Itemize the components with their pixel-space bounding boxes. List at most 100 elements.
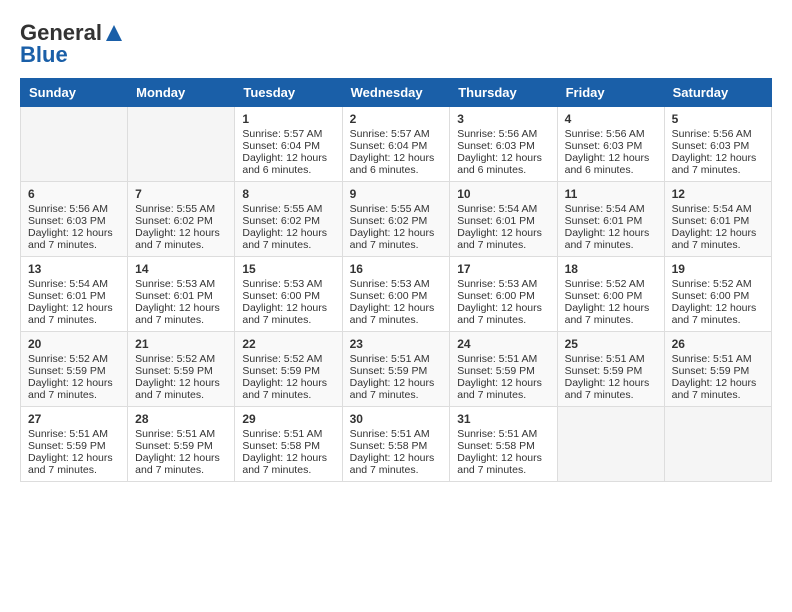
calendar-cell: [664, 407, 771, 482]
weekday-header: Friday: [557, 79, 664, 107]
daylight-text: Daylight: 12 hours and 7 minutes.: [672, 152, 764, 176]
calendar-cell: 25Sunrise: 5:51 AMSunset: 5:59 PMDayligh…: [557, 332, 664, 407]
sunset-text: Sunset: 6:03 PM: [565, 140, 657, 152]
calendar-table: SundayMondayTuesdayWednesdayThursdayFrid…: [20, 78, 772, 482]
calendar-cell: 29Sunrise: 5:51 AMSunset: 5:58 PMDayligh…: [235, 407, 342, 482]
day-number: 21: [135, 337, 227, 351]
sunset-text: Sunset: 6:01 PM: [135, 290, 227, 302]
day-number: 24: [457, 337, 549, 351]
day-number: 14: [135, 262, 227, 276]
calendar-week-row: 27Sunrise: 5:51 AMSunset: 5:59 PMDayligh…: [21, 407, 772, 482]
weekday-header: Thursday: [450, 79, 557, 107]
calendar-cell: [21, 107, 128, 182]
calendar-cell: 22Sunrise: 5:52 AMSunset: 5:59 PMDayligh…: [235, 332, 342, 407]
daylight-text: Daylight: 12 hours and 7 minutes.: [242, 227, 334, 251]
day-number: 18: [565, 262, 657, 276]
sunrise-text: Sunrise: 5:53 AM: [242, 278, 334, 290]
daylight-text: Daylight: 12 hours and 7 minutes.: [457, 452, 549, 476]
day-number: 23: [350, 337, 443, 351]
day-number: 26: [672, 337, 764, 351]
weekday-header: Saturday: [664, 79, 771, 107]
daylight-text: Daylight: 12 hours and 7 minutes.: [135, 227, 227, 251]
day-number: 29: [242, 412, 334, 426]
calendar-header-row: SundayMondayTuesdayWednesdayThursdayFrid…: [21, 79, 772, 107]
sunset-text: Sunset: 6:00 PM: [350, 290, 443, 302]
sunrise-text: Sunrise: 5:56 AM: [672, 128, 764, 140]
daylight-text: Daylight: 12 hours and 7 minutes.: [350, 302, 443, 326]
sunrise-text: Sunrise: 5:54 AM: [565, 203, 657, 215]
calendar-cell: 7Sunrise: 5:55 AMSunset: 6:02 PMDaylight…: [128, 182, 235, 257]
daylight-text: Daylight: 12 hours and 7 minutes.: [350, 452, 443, 476]
sunrise-text: Sunrise: 5:55 AM: [350, 203, 443, 215]
sunset-text: Sunset: 6:01 PM: [565, 215, 657, 227]
sunset-text: Sunset: 6:02 PM: [242, 215, 334, 227]
calendar-cell: 20Sunrise: 5:52 AMSunset: 5:59 PMDayligh…: [21, 332, 128, 407]
sunset-text: Sunset: 5:58 PM: [242, 440, 334, 452]
day-number: 17: [457, 262, 549, 276]
calendar-week-row: 1Sunrise: 5:57 AMSunset: 6:04 PMDaylight…: [21, 107, 772, 182]
calendar-cell: 6Sunrise: 5:56 AMSunset: 6:03 PMDaylight…: [21, 182, 128, 257]
sunset-text: Sunset: 6:04 PM: [242, 140, 334, 152]
daylight-text: Daylight: 12 hours and 6 minutes.: [565, 152, 657, 176]
day-number: 31: [457, 412, 549, 426]
sunset-text: Sunset: 5:59 PM: [135, 365, 227, 377]
calendar-cell: [557, 407, 664, 482]
sunset-text: Sunset: 6:00 PM: [242, 290, 334, 302]
logo-icon: [104, 23, 124, 43]
day-number: 11: [565, 187, 657, 201]
page-header: General Blue: [20, 20, 772, 68]
day-number: 19: [672, 262, 764, 276]
day-number: 1: [242, 112, 334, 126]
sunrise-text: Sunrise: 5:56 AM: [457, 128, 549, 140]
sunrise-text: Sunrise: 5:55 AM: [135, 203, 227, 215]
sunset-text: Sunset: 6:02 PM: [350, 215, 443, 227]
logo: General Blue: [20, 20, 124, 68]
calendar-cell: 18Sunrise: 5:52 AMSunset: 6:00 PMDayligh…: [557, 257, 664, 332]
day-number: 3: [457, 112, 549, 126]
calendar-cell: 24Sunrise: 5:51 AMSunset: 5:59 PMDayligh…: [450, 332, 557, 407]
sunrise-text: Sunrise: 5:56 AM: [28, 203, 120, 215]
daylight-text: Daylight: 12 hours and 7 minutes.: [242, 377, 334, 401]
calendar-week-row: 6Sunrise: 5:56 AMSunset: 6:03 PMDaylight…: [21, 182, 772, 257]
sunrise-text: Sunrise: 5:53 AM: [350, 278, 443, 290]
day-number: 4: [565, 112, 657, 126]
sunset-text: Sunset: 5:59 PM: [28, 365, 120, 377]
calendar-cell: 3 Sunrise: 5:56 AMSunset: 6:03 PMDaylight…: [450, 107, 557, 182]
day-number: 8: [242, 187, 334, 201]
calendar-cell: 12Sunrise: 5:54 AMSunset: 6:01 PMDayligh…: [664, 182, 771, 257]
sunrise-text: Sunrise: 5:51 AM: [242, 428, 334, 440]
day-number: 7: [135, 187, 227, 201]
sunrise-text: Sunrise: 5:51 AM: [350, 353, 443, 365]
daylight-text: Daylight: 12 hours and 6 minutes.: [457, 152, 549, 176]
sunrise-text: Sunrise: 5:52 AM: [28, 353, 120, 365]
daylight-text: Daylight: 12 hours and 7 minutes.: [565, 227, 657, 251]
weekday-header: Monday: [128, 79, 235, 107]
calendar-cell: 27Sunrise: 5:51 AMSunset: 5:59 PMDayligh…: [21, 407, 128, 482]
daylight-text: Daylight: 12 hours and 6 minutes.: [242, 152, 334, 176]
sunrise-text: Sunrise: 5:54 AM: [672, 203, 764, 215]
daylight-text: Daylight: 12 hours and 7 minutes.: [457, 302, 549, 326]
daylight-text: Daylight: 12 hours and 7 minutes.: [565, 377, 657, 401]
calendar-cell: 2Sunrise: 5:57 AMSunset: 6:04 PMDaylight…: [342, 107, 450, 182]
sunset-text: Sunset: 6:03 PM: [457, 140, 549, 152]
daylight-text: Daylight: 12 hours and 7 minutes.: [672, 227, 764, 251]
sunrise-text: Sunrise: 5:56 AM: [565, 128, 657, 140]
day-number: 9: [350, 187, 443, 201]
daylight-text: Daylight: 12 hours and 7 minutes.: [28, 377, 120, 401]
sunset-text: Sunset: 5:59 PM: [457, 365, 549, 377]
day-number: 22: [242, 337, 334, 351]
day-number: 6: [28, 187, 120, 201]
weekday-header: Wednesday: [342, 79, 450, 107]
sunrise-text: Sunrise: 5:51 AM: [350, 428, 443, 440]
sunrise-text: Sunrise: 5:53 AM: [457, 278, 549, 290]
calendar-cell: 1Sunrise: 5:57 AMSunset: 6:04 PMDaylight…: [235, 107, 342, 182]
sunrise-text: Sunrise: 5:51 AM: [28, 428, 120, 440]
logo-blue-text: Blue: [20, 42, 68, 68]
calendar-cell: 23Sunrise: 5:51 AMSunset: 5:59 PMDayligh…: [342, 332, 450, 407]
sunset-text: Sunset: 6:03 PM: [672, 140, 764, 152]
day-number: 15: [242, 262, 334, 276]
daylight-text: Daylight: 12 hours and 7 minutes.: [242, 302, 334, 326]
calendar-cell: 31Sunrise: 5:51 AMSunset: 5:58 PMDayligh…: [450, 407, 557, 482]
daylight-text: Daylight: 12 hours and 7 minutes.: [457, 377, 549, 401]
day-number: 28: [135, 412, 227, 426]
